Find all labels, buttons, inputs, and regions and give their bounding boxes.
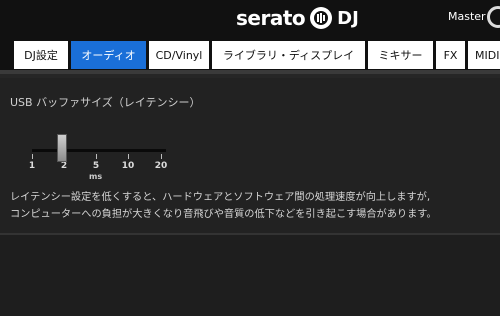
master-volume-knob[interactable]	[487, 6, 500, 28]
lower-empty-area	[0, 235, 500, 316]
tab-library-display[interactable]: ライブラリ・ディスプレイ	[212, 41, 365, 69]
slider-unit-label: ms	[89, 172, 103, 181]
latency-description: レイテンシー設定を低くすると、ハードウェアとソフトウェア間の処理速度が向上します…	[10, 189, 500, 223]
slider-tick-label: 1	[28, 161, 36, 171]
tab-fx[interactable]: FX	[436, 41, 465, 69]
tab-dj-settings[interactable]: DJ設定	[14, 41, 68, 69]
slider-tick	[161, 154, 162, 159]
logo-dj-text: DJ	[337, 7, 359, 29]
tab-midi[interactable]: MIDI	[468, 41, 500, 69]
description-line-1: レイテンシー設定を低くすると、ハードウェアとソフトウェア間の処理速度が向上します…	[10, 192, 431, 203]
slider-tick	[96, 154, 97, 159]
settings-tabs: DJ設定 オーディオ CD/Vinyl ライブラリ・ディスプレイ ミキサー FX…	[0, 36, 500, 74]
usb-buffer-title: USB バッファサイズ（レイテンシー）	[10, 96, 201, 109]
tab-mixer[interactable]: ミキサー	[368, 41, 433, 69]
serato-dj-logo: serato DJ	[236, 6, 359, 30]
serato-badge-icon	[310, 7, 333, 29]
slider-tick-label: 5	[92, 161, 100, 171]
tab-audio[interactable]: オーディオ	[71, 41, 146, 69]
slider-handle[interactable]	[57, 134, 67, 162]
slider-track[interactable]	[32, 149, 166, 152]
logo-text: serato	[236, 6, 306, 30]
master-label: Master	[448, 10, 486, 23]
slider-tick	[32, 154, 33, 159]
description-line-2: コンピューターへの負担が大きくなり音飛びや音質の低下などを引き起こす場合がありま…	[10, 209, 437, 220]
slider-tick-label: 10	[121, 161, 135, 171]
tab-cd-vinyl[interactable]: CD/Vinyl	[149, 41, 209, 69]
audio-settings-panel: USB バッファサイズ（レイテンシー） 1 2 5 10 20 ms レイテンシ…	[0, 78, 500, 235]
slider-tick-label: 2	[60, 161, 68, 171]
top-bar: serato DJ Master	[0, 0, 500, 36]
slider-tick-label: 20	[154, 161, 168, 171]
slider-tick	[128, 154, 129, 159]
